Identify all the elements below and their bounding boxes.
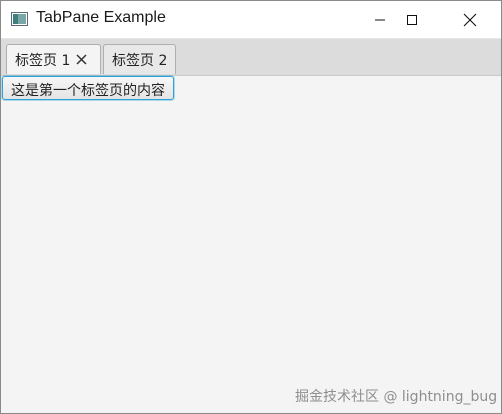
close-icon — [76, 54, 87, 65]
maximize-icon — [407, 14, 417, 25]
tab-header: 标签页 1 标签页 2 — [1, 39, 501, 76]
close-icon — [463, 13, 477, 26]
tab-close-button[interactable] — [76, 54, 87, 65]
watermark: 掘金技术社区 @ lightning_bug — [295, 389, 498, 405]
app-window: TabPane Example 标签页 1 标签页 2 这是第一个标签页的内容 … — [0, 0, 502, 414]
title-bar[interactable]: TabPane Example — [1, 1, 501, 39]
java-window-icon — [11, 12, 28, 26]
tab-2-label: 标签页 2 — [112, 52, 168, 69]
tab-1[interactable]: 标签页 1 — [6, 44, 101, 74]
tab-content: 这是第一个标签页的内容 掘金技术社区 @ lightning_bug — [1, 76, 501, 413]
close-button[interactable] — [447, 1, 493, 38]
content-label[interactable]: 这是第一个标签页的内容 — [2, 76, 174, 100]
window-title: TabPane Example — [36, 9, 166, 26]
minimize-icon — [375, 19, 385, 20]
tab-1-label: 标签页 1 — [15, 52, 71, 69]
tab-2[interactable]: 标签页 2 — [103, 44, 176, 74]
maximize-button[interactable] — [389, 1, 435, 38]
